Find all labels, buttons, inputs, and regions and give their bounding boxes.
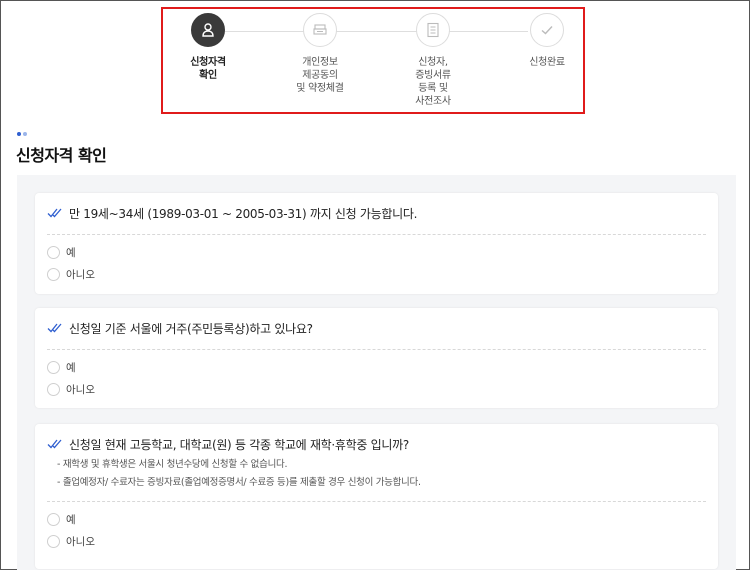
stepper-connector-line <box>223 31 528 32</box>
progress-stepper: 신청자격 확인 개인정보 제공동의 및 약정체결 신청자, 증빙서류 등록 및 … <box>161 7 585 114</box>
question-card-residence: 신청일 기준 서울에 거주(주민등록상)하고 있나요? 예 아니오 <box>35 308 718 408</box>
note-text: - 졸업예정자/ 수료자는 증빙자료(졸업예정증명서/ 수료증 등)를 제출할 … <box>57 477 421 488</box>
step-consent: 개인정보 제공동의 및 약정체결 <box>280 13 360 95</box>
option-label: 예 <box>66 246 76 259</box>
option-label: 아니오 <box>66 268 95 281</box>
radio-button[interactable] <box>47 534 60 548</box>
option-yes[interactable]: 예 <box>47 508 706 530</box>
double-check-icon <box>47 207 63 219</box>
step-registration: 신청자, 증빙서류 등록 및 사전조사 <box>393 13 473 108</box>
page-title: 신청자격 확인 <box>16 146 107 165</box>
radio-button[interactable] <box>47 267 60 281</box>
question-row: 신청일 기준 서울에 거주(주민등록상)하고 있나요? <box>47 318 706 338</box>
step-eligibility: 신청자격 확인 <box>168 13 248 82</box>
step-label: 신청자, 증빙서류 등록 및 사전조사 <box>415 57 451 107</box>
question-row: 신청일 현재 고등학교, 대학교(원) 등 각종 학교에 재학·휴학중 입니까? <box>47 434 706 454</box>
radio-button[interactable] <box>47 512 60 526</box>
option-no[interactable]: 아니오 <box>47 263 706 285</box>
option-label: 예 <box>66 361 76 374</box>
question-card-enrollment: 신청일 현재 고등학교, 대학교(원) 등 각종 학교에 재학·휴학중 입니까?… <box>35 424 718 569</box>
radio-button[interactable] <box>47 360 60 374</box>
check-icon <box>530 13 564 47</box>
dashed-divider <box>47 234 706 235</box>
option-no[interactable]: 아니오 <box>47 378 706 400</box>
dashed-divider <box>47 501 706 502</box>
option-label: 아니오 <box>66 383 95 396</box>
radio-button[interactable] <box>47 382 60 396</box>
document-stack-icon <box>303 13 337 47</box>
option-yes[interactable]: 예 <box>47 241 706 263</box>
question-text: 신청일 기준 서울에 거주(주민등록상)하고 있나요? <box>69 321 313 336</box>
double-check-icon <box>47 438 63 450</box>
question-text: 만 19세~34세 (1989-03-01 ~ 2005-03-31) 까지 신… <box>69 206 418 221</box>
option-label: 아니오 <box>66 535 95 548</box>
double-check-icon <box>47 322 63 334</box>
step-label: 신청완료 <box>529 57 565 68</box>
option-label: 예 <box>66 513 76 526</box>
title-decoration-dots <box>17 132 27 136</box>
person-icon <box>191 13 225 47</box>
step-label: 개인정보 제공동의 및 약정체결 <box>296 57 344 94</box>
note-text: - 재학생 및 휴학생은 서울시 청년수당에 신청할 수 없습니다. <box>57 459 288 470</box>
question-text: 신청일 현재 고등학교, 대학교(원) 등 각종 학교에 재학·휴학중 입니까? <box>69 437 409 452</box>
question-notes: - 재학생 및 휴학생은 서울시 청년수당에 신청할 수 없습니다. - 졸업예… <box>47 456 706 492</box>
dashed-divider <box>47 349 706 350</box>
step-complete: 신청완료 <box>507 13 587 69</box>
question-row: 만 19세~34세 (1989-03-01 ~ 2005-03-31) 까지 신… <box>47 203 706 223</box>
step-label: 신청자격 확인 <box>190 57 226 81</box>
option-yes[interactable]: 예 <box>47 356 706 378</box>
radio-button[interactable] <box>47 245 60 259</box>
clipboard-list-icon <box>416 13 450 47</box>
option-no[interactable]: 아니오 <box>47 530 706 552</box>
question-card-age: 만 19세~34세 (1989-03-01 ~ 2005-03-31) 까지 신… <box>35 193 718 294</box>
eligibility-questions-panel: 만 19세~34세 (1989-03-01 ~ 2005-03-31) 까지 신… <box>17 175 736 570</box>
